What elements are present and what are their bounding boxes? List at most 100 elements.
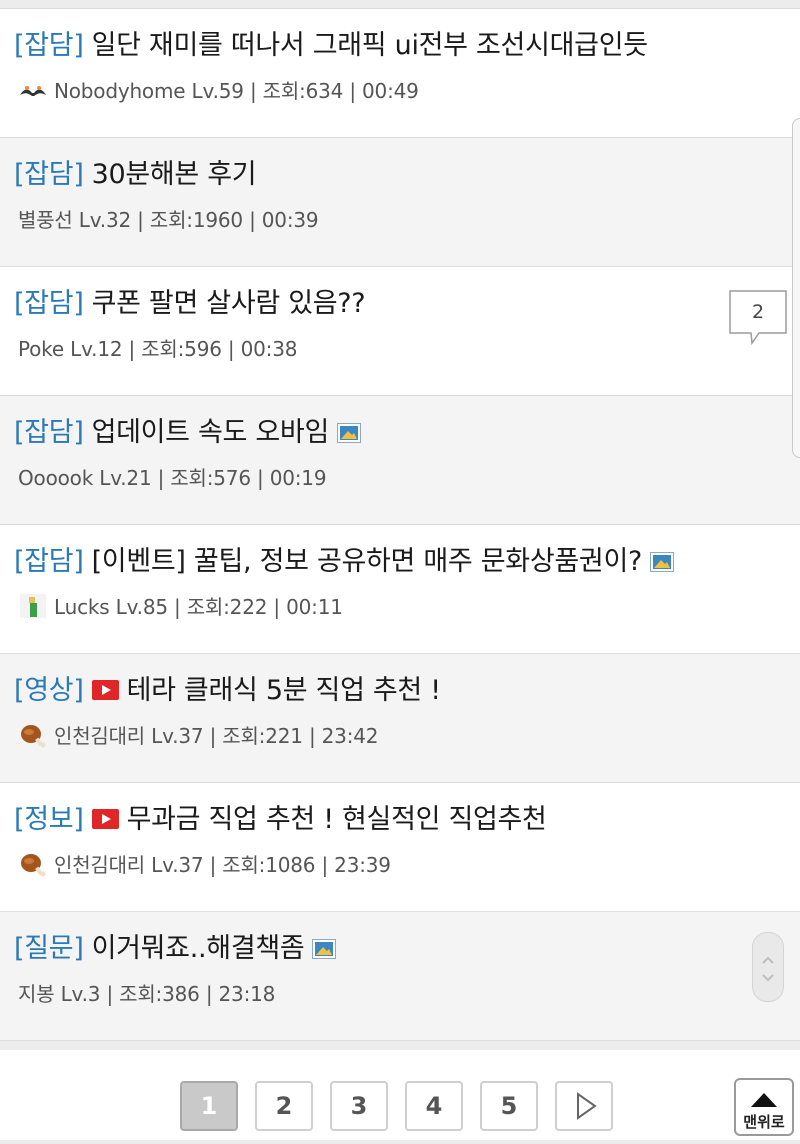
- post-author-level: Lv.3: [60, 982, 101, 1006]
- post-category: [정보]: [14, 804, 84, 835]
- post-title-line[interactable]: [영상] 테라 클래식 5분 직업 추천 !: [14, 672, 441, 710]
- meta-separator: |: [151, 466, 171, 490]
- post-time: 00:38: [240, 337, 298, 361]
- page-button-5[interactable]: 5: [480, 1081, 538, 1131]
- top-strip: [0, 0, 800, 9]
- meta-separator: |: [315, 853, 335, 877]
- post-category: [영상]: [14, 675, 84, 706]
- post-time: 23:42: [321, 724, 379, 748]
- post-time: 00:49: [362, 79, 419, 103]
- meta-separator: |: [100, 982, 120, 1006]
- post-category: [잡담]: [14, 30, 84, 61]
- post-author[interactable]: 인천김대리: [54, 724, 145, 748]
- post-time: 23:39: [334, 853, 391, 877]
- up-triangle-icon: [751, 1093, 777, 1107]
- post-title: 일단 재미를 떠나서 그래픽 ui전부 조선시대급인듯: [91, 30, 649, 61]
- post-category: [질문]: [14, 933, 84, 964]
- post-author-level: Lv.37: [151, 724, 204, 748]
- comment-count-bubble[interactable]: 2: [729, 290, 787, 346]
- post-author-level: Lv.21: [99, 466, 152, 490]
- next-page-button[interactable]: [555, 1081, 613, 1131]
- post-author[interactable]: Oooook: [18, 466, 93, 490]
- chicken-leg-level-icon: [18, 851, 48, 877]
- bottle-level-icon: [18, 593, 48, 619]
- pagination: 1 2 3 4 5 맨위로: [0, 1050, 800, 1140]
- meta-separator: |: [122, 337, 142, 361]
- post-row[interactable]: [잡담] 업데이트 속도 오바임 Oooook Lv.21 | 조회:576 | 0…: [0, 396, 800, 525]
- post-title-line[interactable]: [질문] 이거뭐죠..해결책좀: [14, 930, 337, 968]
- post-views: 조회:222: [186, 595, 268, 619]
- post-author[interactable]: Nobodyhome: [54, 79, 186, 103]
- back-to-top-button[interactable]: 맨위로: [734, 1078, 794, 1136]
- meta-separator: |: [243, 79, 263, 103]
- post-title-line[interactable]: [정보] 무과금 직업 추천 ! 현실적인 직업추천: [14, 801, 547, 839]
- post-author[interactable]: Lucks: [54, 595, 110, 619]
- post-list: [잡담] 일단 재미를 떠나서 그래픽 ui전부 조선시대급인듯 Nobodyhom…: [0, 0, 800, 1041]
- post-author[interactable]: 인천김대리: [54, 853, 145, 877]
- post-title: 이거뭐죠..해결책좀: [91, 933, 305, 964]
- post-meta: Nobodyhome Lv.59 | 조회:634 | 00:49: [18, 77, 419, 105]
- page-button-3[interactable]: 3: [330, 1081, 388, 1131]
- video-icon: [91, 802, 119, 829]
- post-row[interactable]: [정보] 무과금 직업 추천 ! 현실적인 직업추천인천김대리 Lv.37 | 조…: [0, 783, 800, 912]
- meta-separator: |: [221, 337, 241, 361]
- post-row[interactable]: [잡담] 일단 재미를 떠나서 그래픽 ui전부 조선시대급인듯 Nobodyhom…: [0, 9, 800, 138]
- post-views: 조회:386: [119, 982, 200, 1006]
- post-time: 23:18: [218, 982, 276, 1006]
- post-title-line[interactable]: [잡담] [이벤트] 꿀팁, 정보 공유하면 매주 문화상품권이?: [14, 543, 675, 581]
- back-to-top-label: 맨위로: [743, 1113, 785, 1131]
- post-author-level: Lv.85: [115, 595, 168, 619]
- post-meta: 지봉 Lv.3 | 조회:386 | 23:18: [18, 980, 275, 1008]
- page-button-4[interactable]: 4: [405, 1081, 463, 1131]
- post-time: 00:19: [269, 466, 327, 490]
- meta-separator: |: [242, 208, 262, 232]
- post-title: 업데이트 속도 오바임: [91, 417, 330, 448]
- post-title-line[interactable]: [잡담] 업데이트 속도 오바임: [14, 414, 361, 452]
- post-category: [잡담]: [14, 288, 84, 319]
- post-title: 무과금 직업 추천 ! 현실적인 직업추천: [126, 804, 547, 835]
- post-author[interactable]: 지봉: [18, 982, 55, 1006]
- meta-separator: |: [302, 724, 322, 748]
- comment-count: 2: [751, 301, 765, 323]
- post-row[interactable]: [잡담] 쿠폰 팔면 살사람 있음?? Poke Lv.12 | 조회:596 | …: [0, 267, 800, 396]
- post-row[interactable]: [잡담] 30분해본 후기별풍선 Lv.32 | 조회:1960 | 00:39: [0, 138, 800, 267]
- post-author-level: Lv.12: [70, 337, 123, 361]
- post-author[interactable]: Poke: [18, 337, 64, 361]
- post-meta: 별풍선 Lv.32 | 조회:1960 | 00:39: [18, 206, 319, 234]
- post-meta: Poke Lv.12 | 조회:596 | 00:38: [18, 335, 297, 363]
- image-attachment-icon: [650, 545, 675, 572]
- post-title: 쿠폰 팔면 살사람 있음??: [91, 288, 366, 319]
- scroll-chevrons-icon: [762, 956, 774, 982]
- post-author-level: Lv.37: [151, 853, 204, 877]
- post-category: [잡담]: [14, 159, 84, 190]
- post-title: [이벤트] 꿀팁, 정보 공유하면 매주 문화상품권이?: [91, 546, 643, 577]
- meta-separator: |: [343, 79, 363, 103]
- post-title-line[interactable]: [잡담] 쿠폰 팔면 살사람 있음??: [14, 285, 366, 323]
- post-views: 조회:1086: [222, 853, 316, 877]
- post-author[interactable]: 별풍선: [18, 208, 73, 232]
- post-meta: Lucks Lv.85 | 조회:222 | 00:11: [18, 593, 343, 621]
- post-category: [잡담]: [14, 417, 84, 448]
- video-icon: [91, 673, 119, 700]
- meta-separator: |: [167, 595, 187, 619]
- post-row[interactable]: [영상] 테라 클래식 5분 직업 추천 ! 인천김대리 Lv.37 | 조회:22…: [0, 654, 800, 783]
- mustache-level-icon: [18, 77, 48, 103]
- post-author-level: Lv.59: [191, 79, 244, 103]
- page-button-2[interactable]: 2: [255, 1081, 313, 1131]
- meta-separator: |: [203, 853, 223, 877]
- post-title-line[interactable]: [잡담] 30분해본 후기: [14, 156, 257, 194]
- post-row[interactable]: [잡담] [이벤트] 꿀팁, 정보 공유하면 매주 문화상품권이? Lucks Lv…: [0, 525, 800, 654]
- post-row[interactable]: [질문] 이거뭐죠..해결책좀지봉 Lv.3 | 조회:386 | 23:18: [0, 912, 800, 1041]
- floating-scroll-control[interactable]: [752, 932, 784, 1002]
- post-title: 테라 클래식 5분 직업 추천 !: [126, 675, 442, 706]
- post-author-level: Lv.32: [78, 208, 132, 232]
- post-views: 조회:634: [262, 79, 344, 103]
- scroll-edge-indicator[interactable]: [792, 118, 800, 458]
- post-title-line[interactable]: [잡담] 일단 재미를 떠나서 그래픽 ui전부 조선시대급인듯: [14, 27, 648, 65]
- page-button-1[interactable]: 1: [180, 1081, 238, 1131]
- meta-separator: |: [199, 982, 219, 1006]
- meta-separator: |: [250, 466, 270, 490]
- post-category: [잡담]: [14, 546, 84, 577]
- meta-separator: |: [267, 595, 287, 619]
- meta-separator: |: [131, 208, 150, 232]
